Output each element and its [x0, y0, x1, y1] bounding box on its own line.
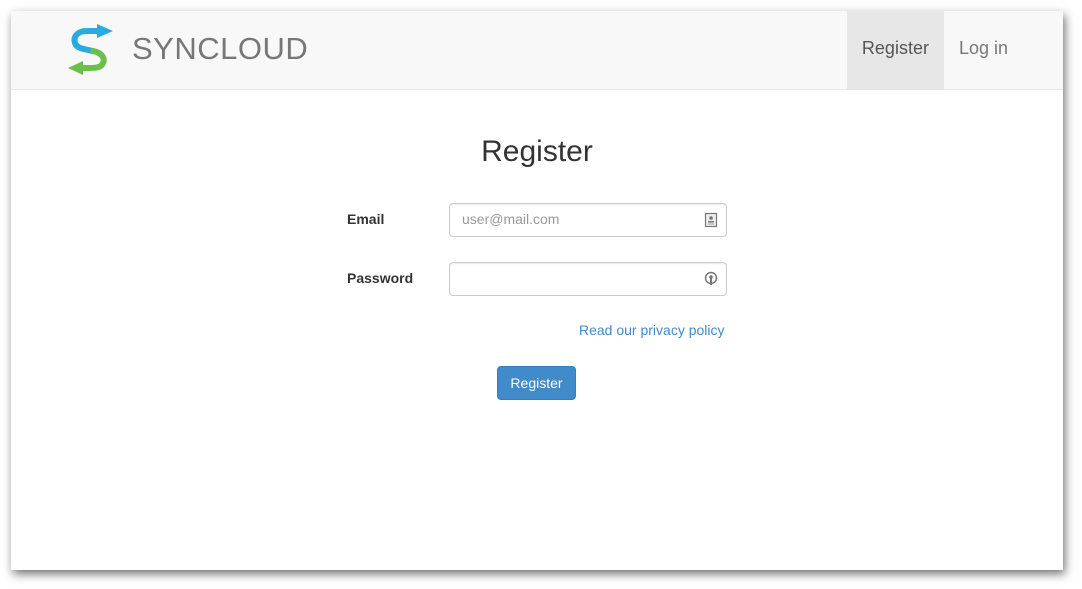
brand-name: SYNCLOUD [132, 31, 309, 66]
navbar: SYNCLOUD Register Log in [11, 11, 1063, 90]
email-input[interactable] [450, 204, 692, 234]
email-field-wrapper [449, 203, 727, 237]
privacy-policy-link[interactable]: Read our privacy policy [579, 322, 725, 338]
contact-card-icon[interactable] [704, 212, 718, 228]
email-label: Email [347, 211, 385, 227]
register-button[interactable]: Register [497, 366, 576, 400]
nav-menu: Register Log in [846, 11, 1023, 89]
password-field-wrapper [449, 262, 727, 296]
password-input[interactable] [450, 263, 692, 293]
brand-link[interactable]: SYNCLOUD [67, 23, 308, 75]
browser-window: SYNCLOUD Register Log in Register Email … [11, 11, 1063, 570]
password-key-icon[interactable] [704, 271, 718, 287]
password-label: Password [347, 270, 414, 286]
page-title: Register [481, 135, 593, 168]
nav-login[interactable]: Log in [944, 11, 1023, 89]
syncloud-logo-icon [68, 24, 113, 75]
nav-register[interactable]: Register [846, 11, 944, 89]
